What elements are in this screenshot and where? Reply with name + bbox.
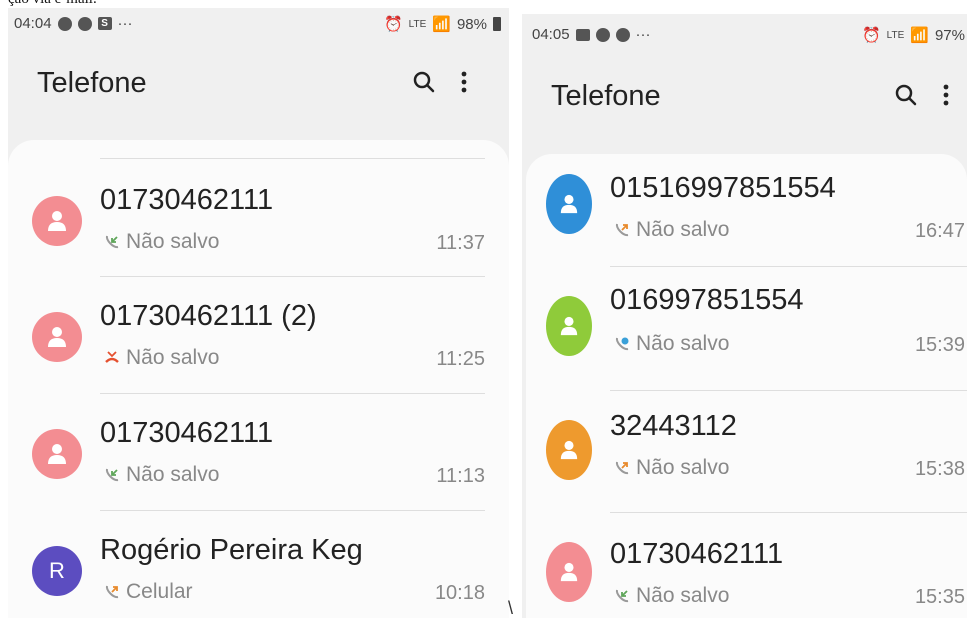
person-icon <box>48 211 66 231</box>
call-time: 15:35 <box>914 586 965 608</box>
call-log-row[interactable]: 32443112 Não salvo 15:38 <box>526 390 967 512</box>
call-log-row[interactable]: 01730462111 Não salvo 11:13 <box>8 393 509 511</box>
contact-avatar <box>546 296 592 356</box>
more-notifications-icon: ··· <box>635 26 651 43</box>
page-title: Telefone <box>551 80 661 112</box>
call-time: 15:39 <box>914 334 965 356</box>
wifi-call-icon <box>615 337 629 351</box>
incoming-call-icon <box>615 589 629 603</box>
chrome-notification-icon-2 <box>615 27 630 42</box>
call-time: 11:37 <box>436 232 485 254</box>
call-time: 11:13 <box>436 465 485 487</box>
search-icon[interactable] <box>413 71 435 93</box>
signal-icon: 📶 <box>910 27 929 44</box>
stray-backslash: \ <box>508 598 514 618</box>
status-bar: 04:04 S ··· ⏰ LTE 📶 98% <box>8 8 509 40</box>
contact-avatar: R <box>32 546 82 596</box>
call-log-row[interactable]: 01730462111 Não salvo 15:35 <box>526 512 967 618</box>
person-icon <box>560 440 578 460</box>
person-icon <box>48 327 66 347</box>
battery-percent: 97% <box>934 26 965 44</box>
more-options-icon[interactable] <box>943 84 949 106</box>
phone-screenshot-right: 04:05 ··· ⏰ LTE 📶 97% Telefone 015169978… <box>522 14 967 618</box>
call-log-list: 01516997851554 Não salvo 16:47 016997851… <box>526 154 967 618</box>
call-type: Não salvo <box>614 218 729 242</box>
call-log-row[interactable]: 01516997851554 Não salvo 16:47 <box>526 154 967 266</box>
alarm-icon: ⏰ <box>861 27 881 44</box>
call-type-label: Não salvo <box>126 346 220 369</box>
contact-avatar <box>546 174 592 234</box>
call-log-row[interactable]: R Rogério Pereira Keg Celular 10:18 <box>8 510 509 618</box>
status-time: 04:04 <box>14 15 52 32</box>
chrome-notification-icon-2 <box>77 16 92 31</box>
call-type: Não salvo <box>614 332 729 356</box>
app-bar: Telefone <box>522 78 967 128</box>
call-log-row[interactable]: 01730462111 Não salvo 11:37 <box>8 158 509 276</box>
chrome-notification-icon <box>595 27 610 42</box>
status-bar: 04:05 ··· ⏰ LTE 📶 97% <box>522 14 967 46</box>
call-type: Celular <box>104 580 193 604</box>
volte-icon: LTE <box>886 29 905 41</box>
call-type-label: Celular <box>126 580 193 603</box>
page-title: Telefone <box>37 67 147 99</box>
call-name: 01730462111 <box>610 538 784 570</box>
outgoing-call-icon <box>615 223 629 237</box>
call-type-label: Não salvo <box>636 584 730 607</box>
call-log-row[interactable]: 016997851554 Não salvo 15:39 <box>526 266 967 390</box>
call-time: 11:25 <box>436 348 485 370</box>
volte-icon: LTE <box>408 18 427 30</box>
call-type: Não salvo <box>104 346 219 370</box>
more-notifications-icon: ··· <box>117 15 133 32</box>
call-name: 01730462111 <box>100 184 274 216</box>
contact-avatar <box>32 196 82 246</box>
incoming-call-icon <box>105 468 119 482</box>
call-type-label: Não salvo <box>126 463 220 486</box>
status-time: 04:05 <box>532 26 570 43</box>
call-name: 016997851554 <box>610 284 804 316</box>
call-type: Não salvo <box>104 463 219 487</box>
phone-screenshot-left: 04:04 S ··· ⏰ LTE 📶 98% Telefone 0173046… <box>8 8 509 618</box>
incoming-call-icon <box>105 235 119 249</box>
contact-avatar <box>32 429 82 479</box>
person-icon <box>48 444 66 464</box>
call-log-list: 01730462111 Não salvo 11:37 01730462111 … <box>8 140 509 618</box>
battery-percent: 98% <box>456 15 487 33</box>
call-name: 01516997851554 <box>610 172 836 204</box>
signal-icon: 📶 <box>432 16 451 33</box>
call-name: 32443112 <box>610 410 737 442</box>
call-type: Não salvo <box>104 230 219 254</box>
contact-avatar <box>546 420 592 480</box>
search-icon[interactable] <box>895 84 917 106</box>
image-notification-icon <box>575 28 590 41</box>
call-type-label: Não salvo <box>126 230 220 253</box>
call-name: 01730462111 (2) <box>100 300 317 332</box>
call-time: 16:47 <box>914 220 965 242</box>
chrome-notification-icon <box>57 16 72 31</box>
outgoing-call-icon <box>615 461 629 475</box>
alarm-icon: ⏰ <box>383 16 403 33</box>
contact-avatar <box>546 542 592 602</box>
call-log-row[interactable]: 01730462111 (2) Não salvo 11:25 <box>8 276 509 394</box>
avatar-letter: R <box>49 558 65 583</box>
outgoing-call-icon <box>105 585 119 599</box>
cropped-caption-text: ção via e-mail. <box>8 0 97 8</box>
call-type-label: Não salvo <box>636 456 730 479</box>
person-icon <box>560 562 578 582</box>
call-name: 01730462111 <box>100 417 274 449</box>
call-type: Não salvo <box>614 584 729 608</box>
call-name: Rogério Pereira Keg <box>100 534 363 566</box>
s-app-notification-icon: S <box>97 17 112 30</box>
app-bar: Telefone <box>8 63 509 113</box>
contact-avatar <box>32 312 82 362</box>
call-type-label: Não salvo <box>636 332 730 355</box>
person-icon <box>560 316 578 336</box>
call-type: Não salvo <box>614 456 729 480</box>
call-time: 15:38 <box>914 458 965 480</box>
call-time: 10:18 <box>434 582 485 604</box>
battery-icon <box>493 17 501 31</box>
person-icon <box>560 194 578 214</box>
call-type-label: Não salvo <box>636 218 730 241</box>
more-options-icon[interactable] <box>461 71 467 93</box>
missed-call-icon <box>105 351 119 363</box>
